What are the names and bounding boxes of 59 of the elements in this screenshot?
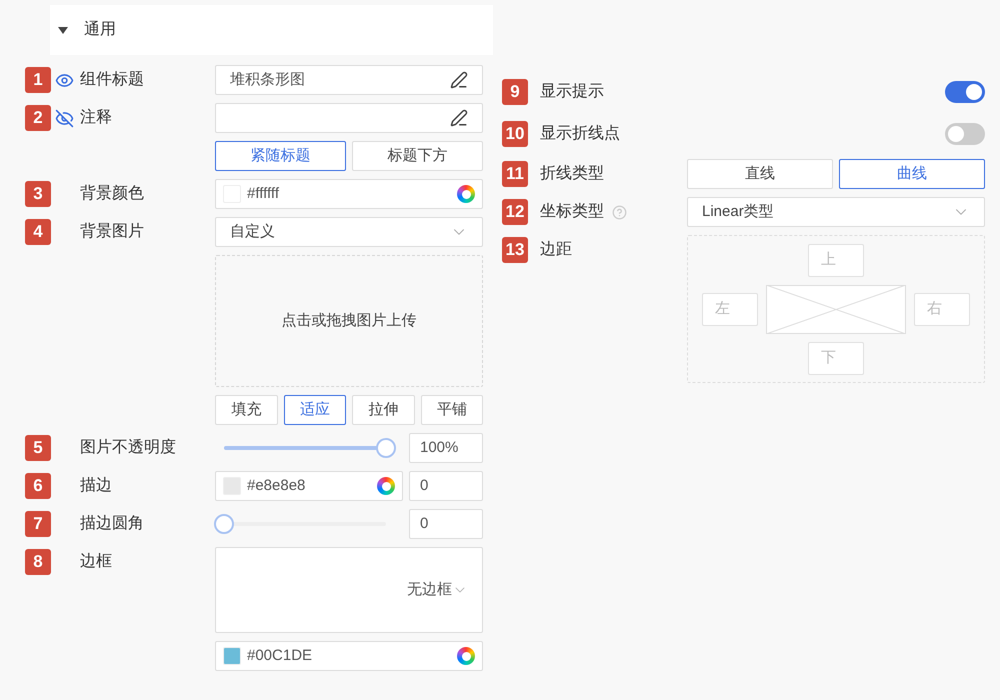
number-badge: 5: [25, 435, 51, 461]
select-field[interactable]: 自定义: [215, 217, 483, 247]
toggle-switch[interactable]: [945, 123, 985, 145]
field-label: 背景颜色: [80, 184, 144, 204]
color-wheel-icon[interactable]: [457, 185, 475, 203]
number-badge: 11: [502, 161, 528, 187]
color-value: #e8e8e8: [247, 476, 306, 496]
color-field[interactable]: #ffffff: [215, 179, 483, 209]
field-label: 显示提示: [540, 82, 604, 102]
segment-option[interactable]: 填充: [215, 395, 278, 425]
upload-area[interactable]: 点击或拖拽图片上传: [215, 255, 483, 387]
text-input[interactable]: [215, 103, 483, 133]
number-badge: 2: [25, 105, 51, 131]
field-label: 图片不透明度: [80, 438, 176, 458]
number-badge: 10: [502, 121, 528, 147]
number-badge: 7: [25, 511, 51, 537]
color-value: #ffffff: [247, 184, 280, 204]
field-label: 背景图片: [80, 222, 144, 242]
field-label: 边框: [80, 552, 112, 572]
eye-off-icon[interactable]: [55, 108, 74, 128]
number-input[interactable]: 0: [409, 509, 483, 539]
edit-icon[interactable]: [450, 71, 468, 89]
segment-option[interactable]: 标题下方: [352, 141, 483, 171]
field-label: 描边: [80, 476, 112, 496]
color-value: #00C1DE: [247, 646, 314, 666]
field-label: 折线类型: [540, 164, 604, 184]
color-field[interactable]: #e8e8e8: [215, 471, 403, 501]
number-badge: 4: [25, 219, 51, 245]
edit-icon[interactable]: [450, 109, 468, 127]
field-label: 描边圆角: [80, 514, 144, 534]
text-input[interactable]: 堆积条形图: [215, 65, 483, 95]
section-header[interactable]: 通用: [50, 5, 493, 55]
color-wheel-icon[interactable]: [457, 647, 475, 665]
number-badge: 8: [25, 549, 51, 575]
field-label: 边距: [540, 240, 572, 260]
section-title: 通用: [84, 20, 116, 40]
number-badge: 12: [502, 199, 528, 225]
field-label: 组件标题: [80, 70, 144, 90]
toggle-switch[interactable]: [945, 81, 985, 103]
number-input[interactable]: 100%: [409, 433, 483, 463]
number-badge: 6: [25, 473, 51, 499]
segment-option[interactable]: 适应: [284, 395, 346, 425]
border-select[interactable]: 无边框: [215, 547, 483, 633]
select-field[interactable]: Linear类型: [687, 197, 985, 227]
number-input[interactable]: 0: [409, 471, 483, 501]
segment-option[interactable]: 平铺: [420, 395, 483, 425]
segment-option[interactable]: 紧随标题: [215, 141, 346, 171]
color-field[interactable]: #00C1DE: [215, 641, 483, 671]
number-badge: 13: [502, 237, 528, 263]
segment-option[interactable]: 直线: [687, 159, 833, 189]
field-label: 注释: [80, 108, 112, 128]
number-badge: 3: [25, 181, 51, 207]
color-wheel-icon[interactable]: [377, 477, 395, 495]
number-badge: 9: [502, 79, 528, 105]
segment-option[interactable]: 拉伸: [352, 395, 414, 425]
field-label: 坐标类型: [540, 202, 604, 222]
field-label: 显示折线点: [540, 124, 620, 144]
segment-option[interactable]: 曲线: [839, 159, 985, 189]
number-badge: 1: [25, 67, 51, 93]
